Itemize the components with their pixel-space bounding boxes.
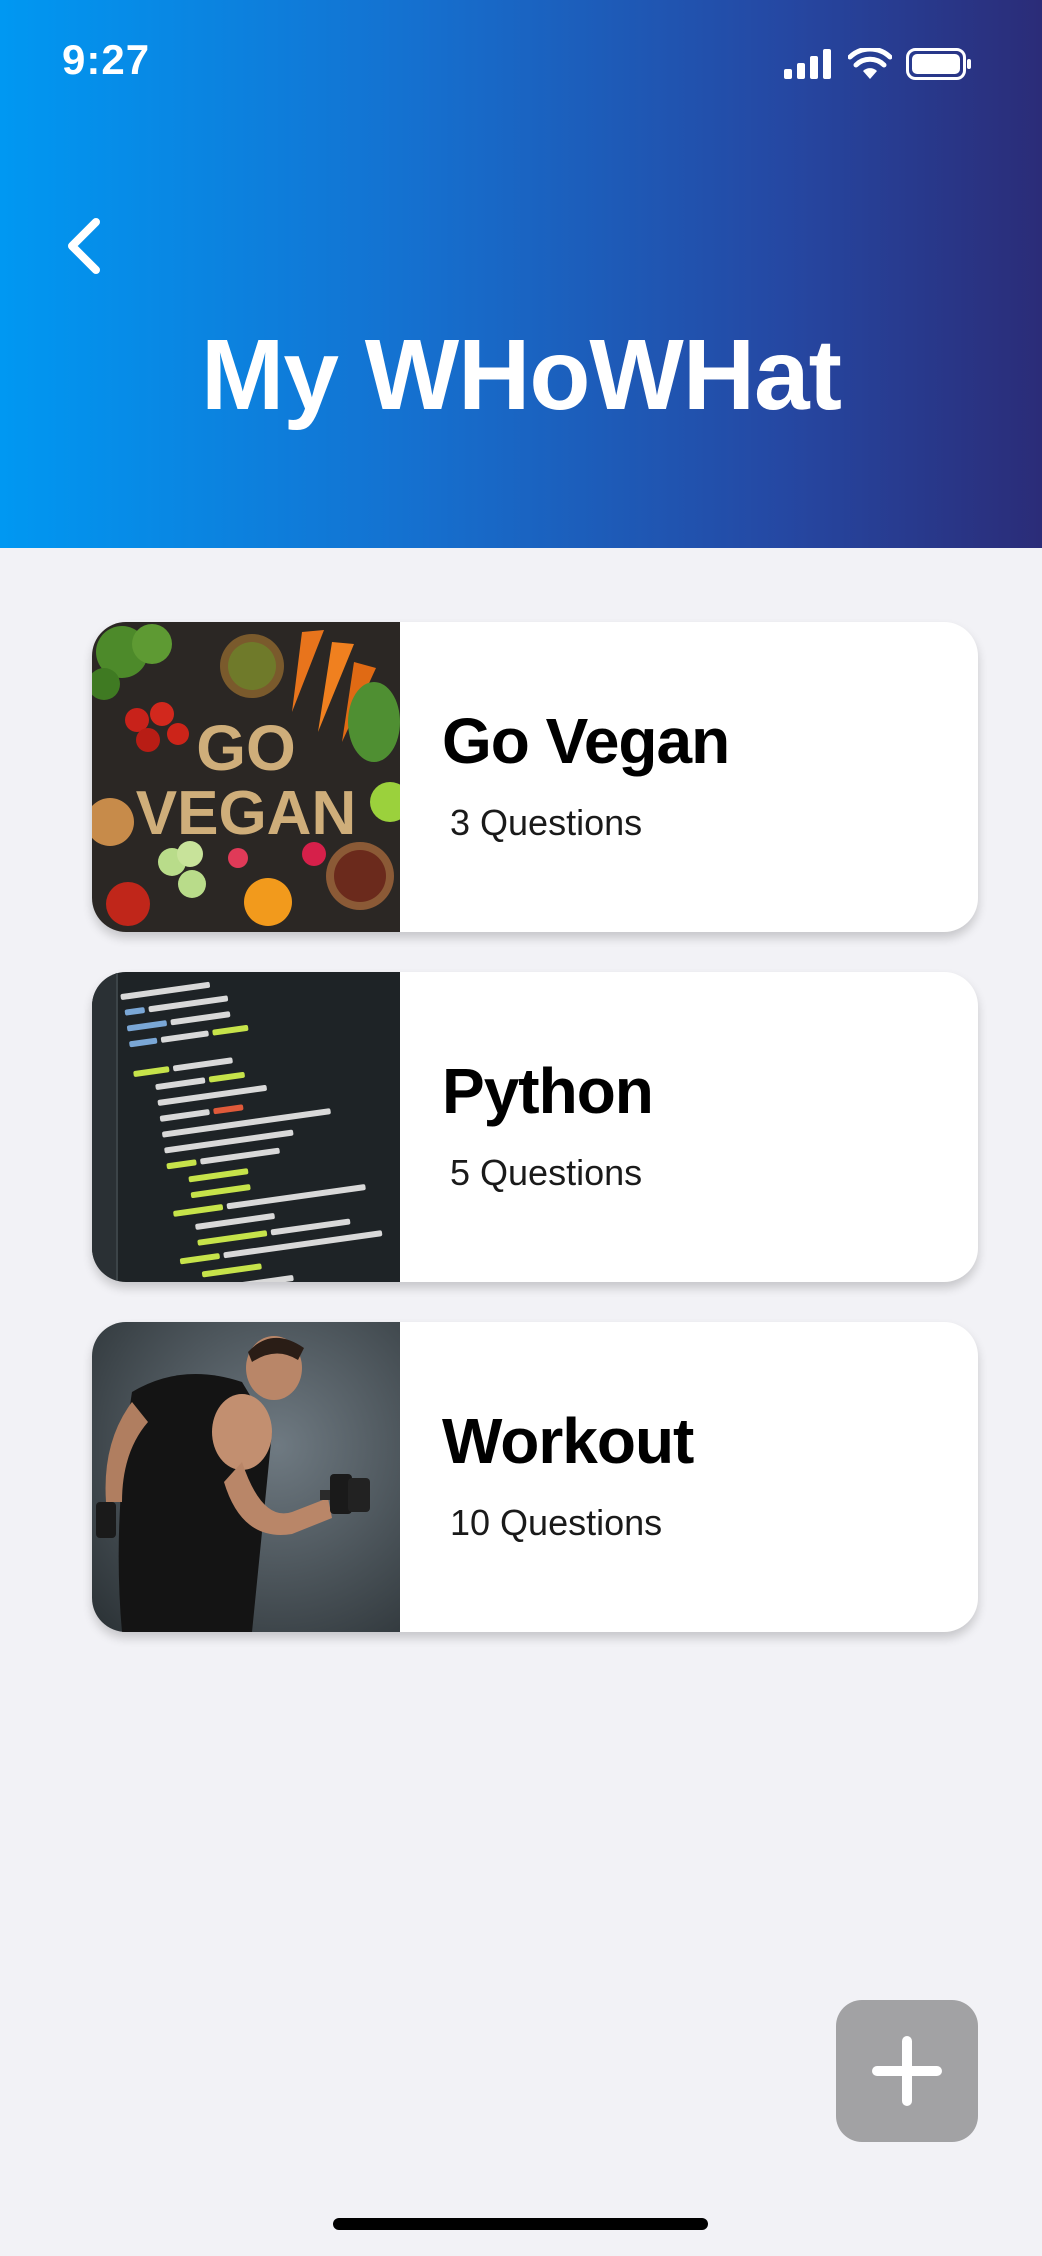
chevron-left-icon (68, 218, 100, 274)
svg-text:VEGAN: VEGAN (136, 779, 356, 848)
vegan-image-text: GO (196, 712, 296, 784)
cellular-signal-icon (784, 49, 831, 79)
quiz-question-count: 10 Questions (450, 1502, 663, 1543)
quiz-title: Workout (442, 1405, 694, 1477)
back-button[interactable] (56, 212, 112, 280)
quiz-title: Python (442, 1055, 654, 1127)
quiz-card-go-vegan[interactable]: GO VEGAN Go Vegan 3 Questions (92, 622, 978, 932)
quiz-question-count: 5 Questions (450, 1152, 643, 1193)
add-quiz-button[interactable] (836, 2000, 978, 2142)
home-indicator (333, 2218, 708, 2230)
quiz-card-python[interactable]: Python 5 Questions (92, 972, 978, 1282)
dumbbell-athlete-image (92, 1322, 400, 1632)
header: 9:27 My WHoWHat (0, 0, 1042, 548)
status-time: 9:27 (62, 36, 151, 83)
quiz-card-workout[interactable]: Workout 10 Questions (92, 1322, 978, 1632)
vegan-vegetables-image: GO VEGAN (92, 622, 400, 932)
page-title: My WHoWHat (201, 319, 842, 431)
battery-icon (906, 48, 971, 80)
wifi-icon (848, 48, 892, 79)
code-screen-image (92, 972, 400, 1282)
quiz-title: Go Vegan (442, 705, 730, 777)
status-icons (784, 46, 972, 82)
quiz-question-count: 3 Questions (450, 802, 643, 843)
plus-icon (872, 2036, 942, 2106)
